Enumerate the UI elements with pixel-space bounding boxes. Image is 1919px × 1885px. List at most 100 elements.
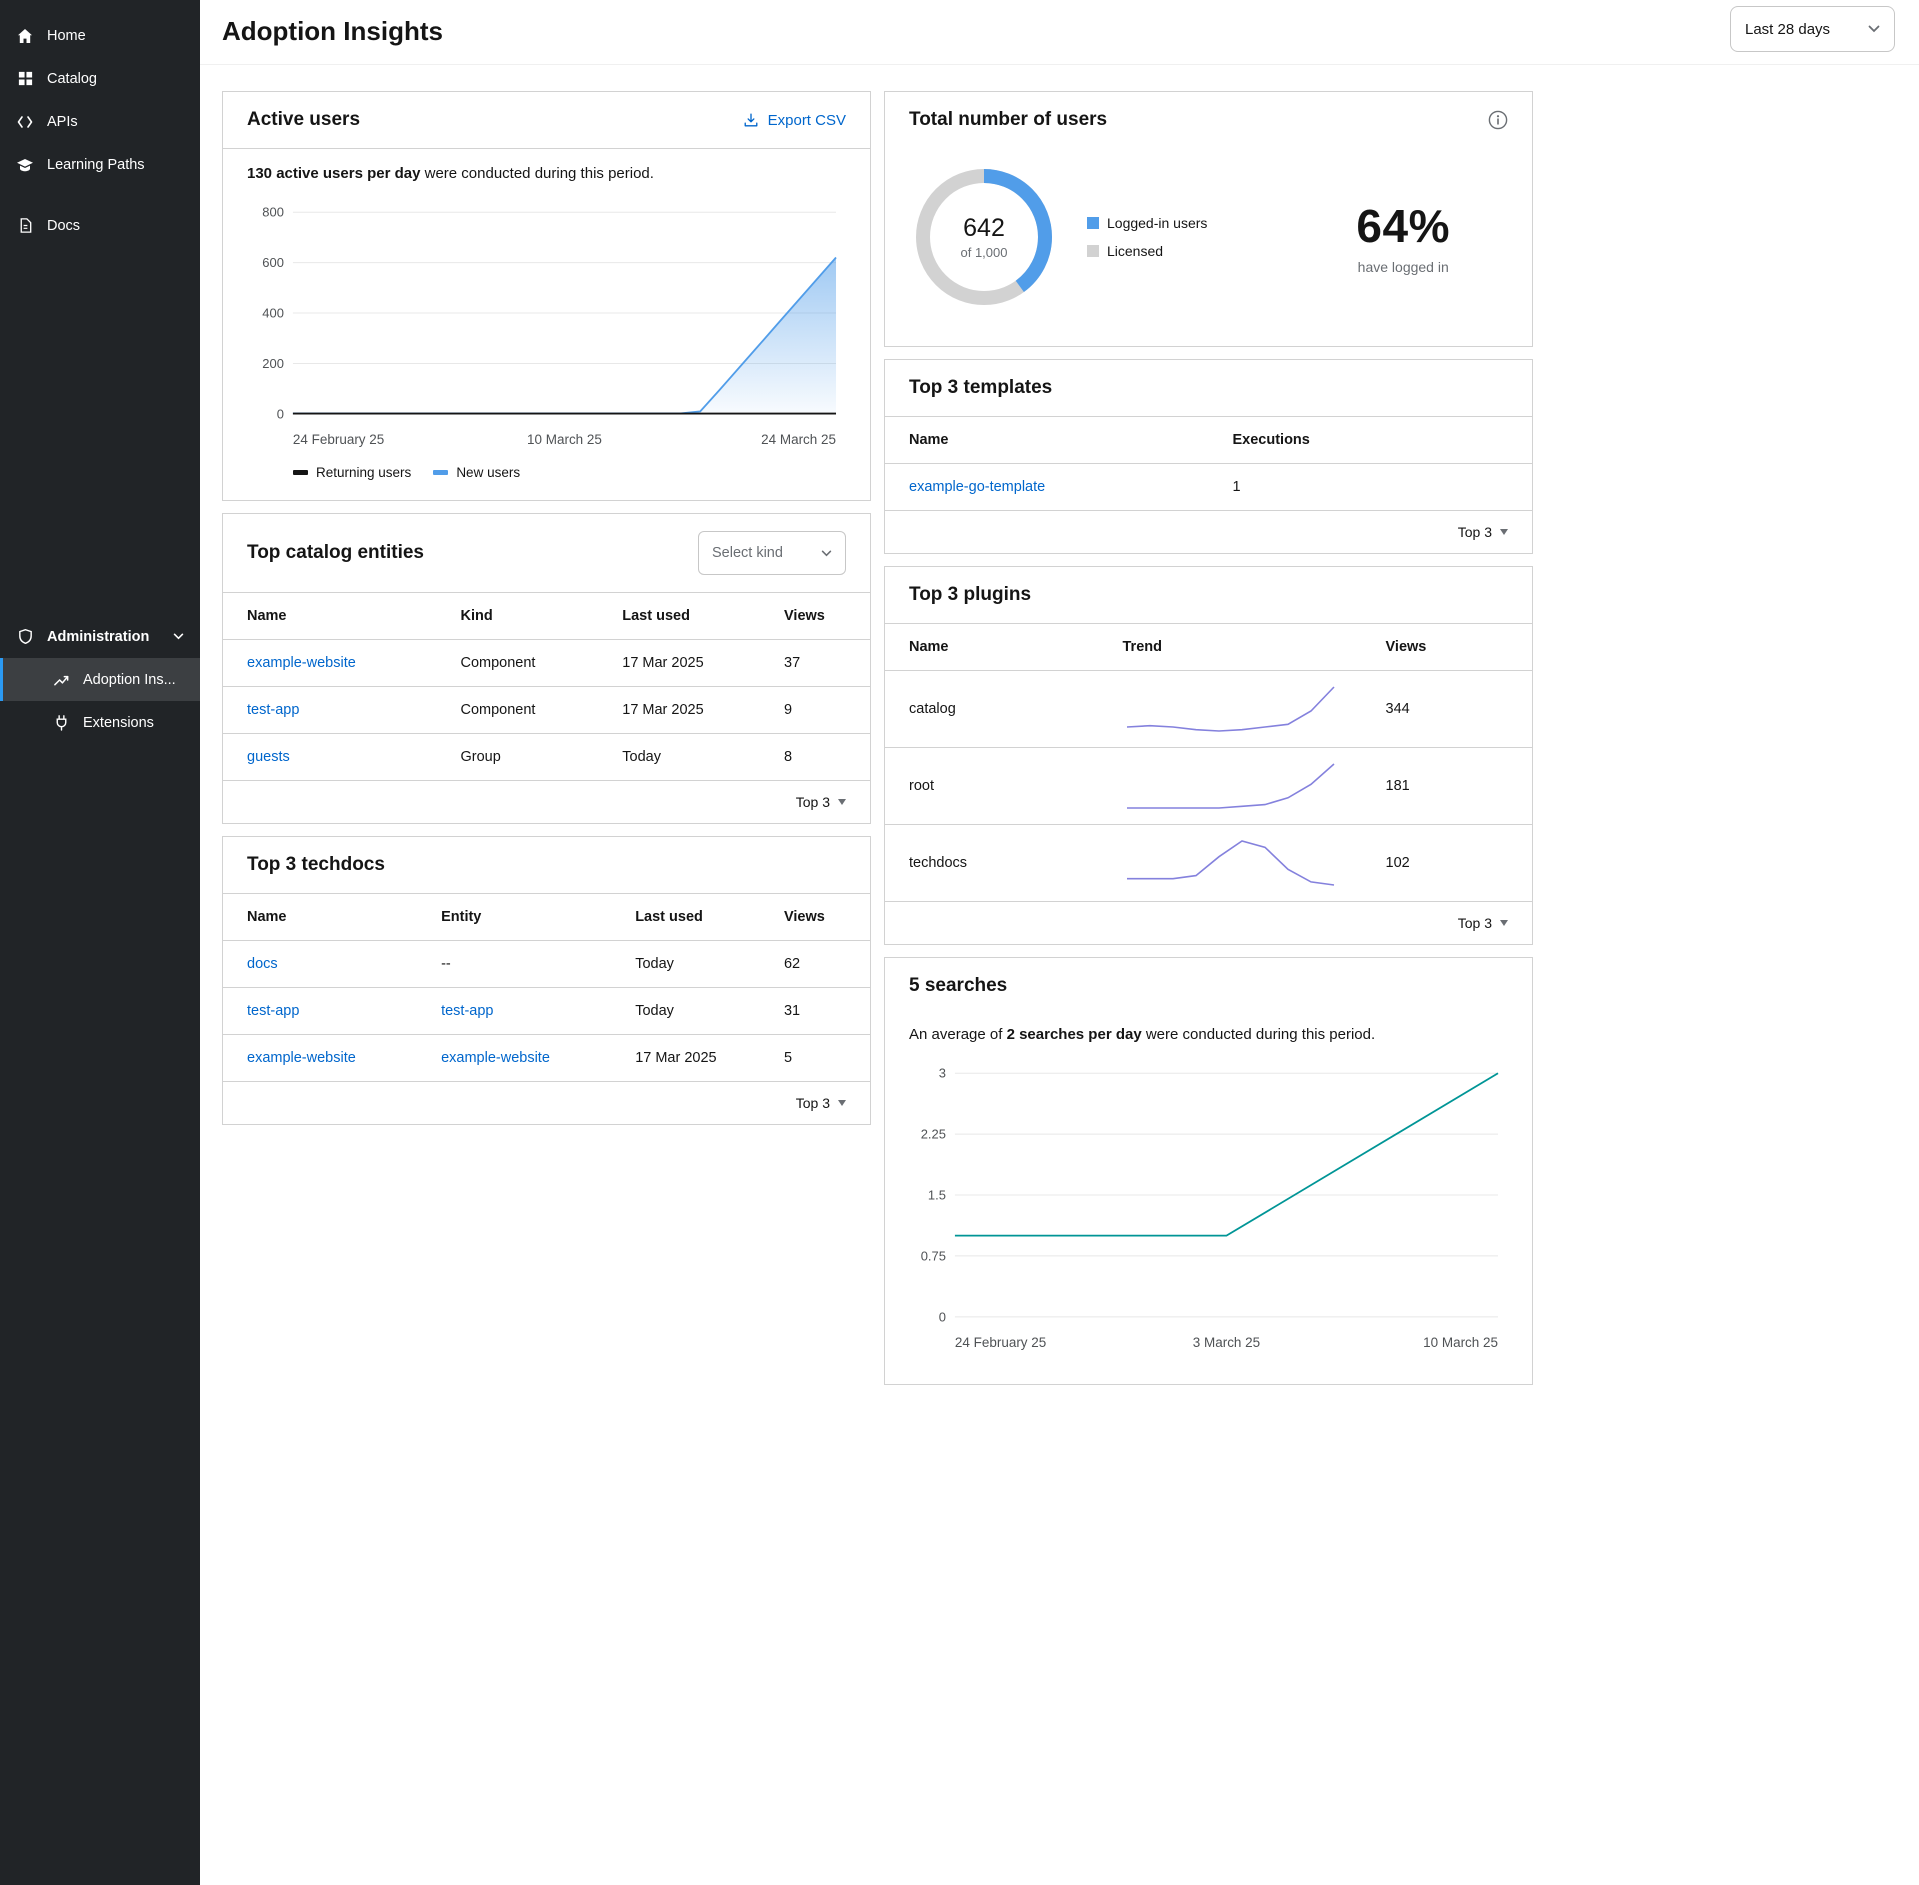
- download-icon: [743, 112, 759, 128]
- entity-link[interactable]: guests: [247, 749, 290, 765]
- searches-summary: An average of 2 searches per day were co…: [909, 1026, 1508, 1043]
- column-header: Views: [1362, 624, 1533, 671]
- entity-link[interactable]: example-website: [441, 1050, 550, 1066]
- sidebar-admin-section: Administration Adoption Ins... Extension…: [0, 615, 200, 744]
- svg-text:0.75: 0.75: [921, 1248, 946, 1263]
- column-header: Executions: [1209, 417, 1533, 464]
- techdoc-link[interactable]: docs: [247, 956, 278, 972]
- card-title: 5 searches: [909, 975, 1007, 997]
- legend-item: New users: [433, 465, 520, 480]
- cell: 17 Mar 2025: [598, 640, 760, 687]
- top-templates-card: Top 3 templates Name Executions example-…: [884, 359, 1533, 554]
- top-techdocs-card: Top 3 techdocs Name Entity Last used Vie…: [222, 836, 871, 1125]
- entity-link[interactable]: test-app: [441, 1003, 493, 1019]
- cell: Group: [437, 734, 599, 781]
- sidebar-item-learning-paths[interactable]: Learning Paths: [0, 143, 200, 186]
- card-title: Top 3 templates: [909, 377, 1052, 399]
- info-icon[interactable]: [1488, 110, 1508, 130]
- cell: 102: [1362, 825, 1533, 902]
- sidebar-item-label: Learning Paths: [47, 157, 145, 173]
- svg-text:1.5: 1.5: [928, 1188, 946, 1203]
- entity-link[interactable]: test-app: [247, 702, 299, 718]
- card-title: Top catalog entities: [247, 542, 424, 564]
- svg-text:0: 0: [277, 406, 284, 421]
- legend-item: Logged-in users: [1087, 215, 1207, 231]
- sidebar-item-home[interactable]: Home: [0, 14, 200, 57]
- cell: catalog: [885, 671, 1099, 748]
- searches-chart: 00.751.52.25324 February 253 March 2510 …: [909, 1059, 1508, 1364]
- cell: 17 Mar 2025: [611, 1035, 760, 1082]
- docs-icon: [16, 217, 34, 235]
- column-header: Last used: [611, 894, 760, 941]
- active-users-legend: Returning users New users: [293, 465, 846, 480]
- sidebar-item-extensions[interactable]: Extensions: [0, 701, 200, 744]
- card-title: Top 3 techdocs: [247, 854, 385, 876]
- top3-select[interactable]: Top 3: [223, 1082, 870, 1124]
- top-templates-table: Name Executions example-go-template 1: [885, 416, 1532, 511]
- cell: root: [885, 748, 1099, 825]
- cell: Today: [598, 734, 760, 781]
- svg-text:200: 200: [262, 356, 284, 371]
- top3-select[interactable]: Top 3: [223, 781, 870, 823]
- searches-card: 5 searches An average of 2 searches per …: [884, 957, 1533, 1385]
- sidebar-item-adoption-insights[interactable]: Adoption Ins...: [0, 658, 200, 701]
- sidebar-item-catalog[interactable]: Catalog: [0, 57, 200, 100]
- table-row: test-app Component 17 Mar 2025 9: [223, 687, 870, 734]
- svg-text:24 February 25: 24 February 25: [293, 432, 384, 447]
- svg-text:10 March 25: 10 March 25: [527, 432, 602, 447]
- page-title: Adoption Insights: [222, 16, 443, 47]
- chevron-down-icon: [173, 633, 184, 640]
- export-csv-button[interactable]: Export CSV: [743, 112, 846, 129]
- top-techdocs-table: Name Entity Last used Views docs -- Toda…: [223, 893, 870, 1082]
- cell: 9: [760, 687, 870, 734]
- new-users-swatch: [433, 470, 448, 475]
- apis-icon: [16, 113, 34, 131]
- table-row: example-website example-website 17 Mar 2…: [223, 1035, 870, 1082]
- shield-icon: [16, 628, 34, 646]
- card-title: Top 3 plugins: [909, 584, 1031, 606]
- svg-text:800: 800: [262, 205, 284, 220]
- top3-select[interactable]: Top 3: [885, 511, 1532, 553]
- sidebar-item-label: Adoption Ins...: [83, 672, 176, 688]
- sidebar-item-label: Home: [47, 28, 86, 44]
- caret-down-icon: [1500, 529, 1508, 535]
- card-title: Total number of users: [909, 109, 1107, 131]
- logged-in-swatch: [1087, 217, 1099, 229]
- top-plugins-table: Name Trend Views catalog 344 root 181: [885, 623, 1532, 902]
- sidebar-item-apis[interactable]: APIs: [0, 100, 200, 143]
- cell: 37: [760, 640, 870, 687]
- caret-down-icon: [838, 1100, 846, 1106]
- caret-down-icon: [838, 799, 846, 805]
- column-header: Name: [223, 894, 417, 941]
- cell: 1: [1209, 464, 1533, 511]
- top3-select[interactable]: Top 3: [885, 902, 1532, 944]
- techdoc-link[interactable]: test-app: [247, 1003, 299, 1019]
- cell: 62: [760, 941, 870, 988]
- sidebar-item-administration[interactable]: Administration: [0, 615, 200, 658]
- column-header: Views: [760, 894, 870, 941]
- techdoc-link[interactable]: example-website: [247, 1050, 356, 1066]
- cell: Today: [611, 988, 760, 1035]
- trend-sparkline: [1123, 760, 1338, 812]
- date-range-select[interactable]: Last 28 days: [1730, 6, 1895, 52]
- page-header: Adoption Insights Last 28 days: [200, 0, 1919, 65]
- top3-label: Top 3: [796, 794, 830, 810]
- chevron-down-icon: [1868, 25, 1880, 33]
- svg-text:2.25: 2.25: [921, 1127, 946, 1142]
- svg-text:0: 0: [939, 1309, 946, 1324]
- legend-item: Licensed: [1087, 243, 1207, 259]
- column-header: Views: [760, 593, 870, 640]
- top3-label: Top 3: [1458, 915, 1492, 931]
- svg-text:24 March 25: 24 March 25: [761, 432, 836, 447]
- cell: 344: [1362, 671, 1533, 748]
- svg-text:400: 400: [262, 306, 284, 321]
- template-link[interactable]: example-go-template: [909, 479, 1045, 495]
- catalog-icon: [16, 70, 34, 88]
- home-icon: [16, 27, 34, 45]
- select-kind-dropdown[interactable]: Select kind: [698, 531, 846, 575]
- table-row: guests Group Today 8: [223, 734, 870, 781]
- sidebar-item-docs[interactable]: Docs: [0, 204, 200, 247]
- cell: 31: [760, 988, 870, 1035]
- logged-in-caption: have logged in: [1356, 259, 1450, 275]
- entity-link[interactable]: example-website: [247, 655, 356, 671]
